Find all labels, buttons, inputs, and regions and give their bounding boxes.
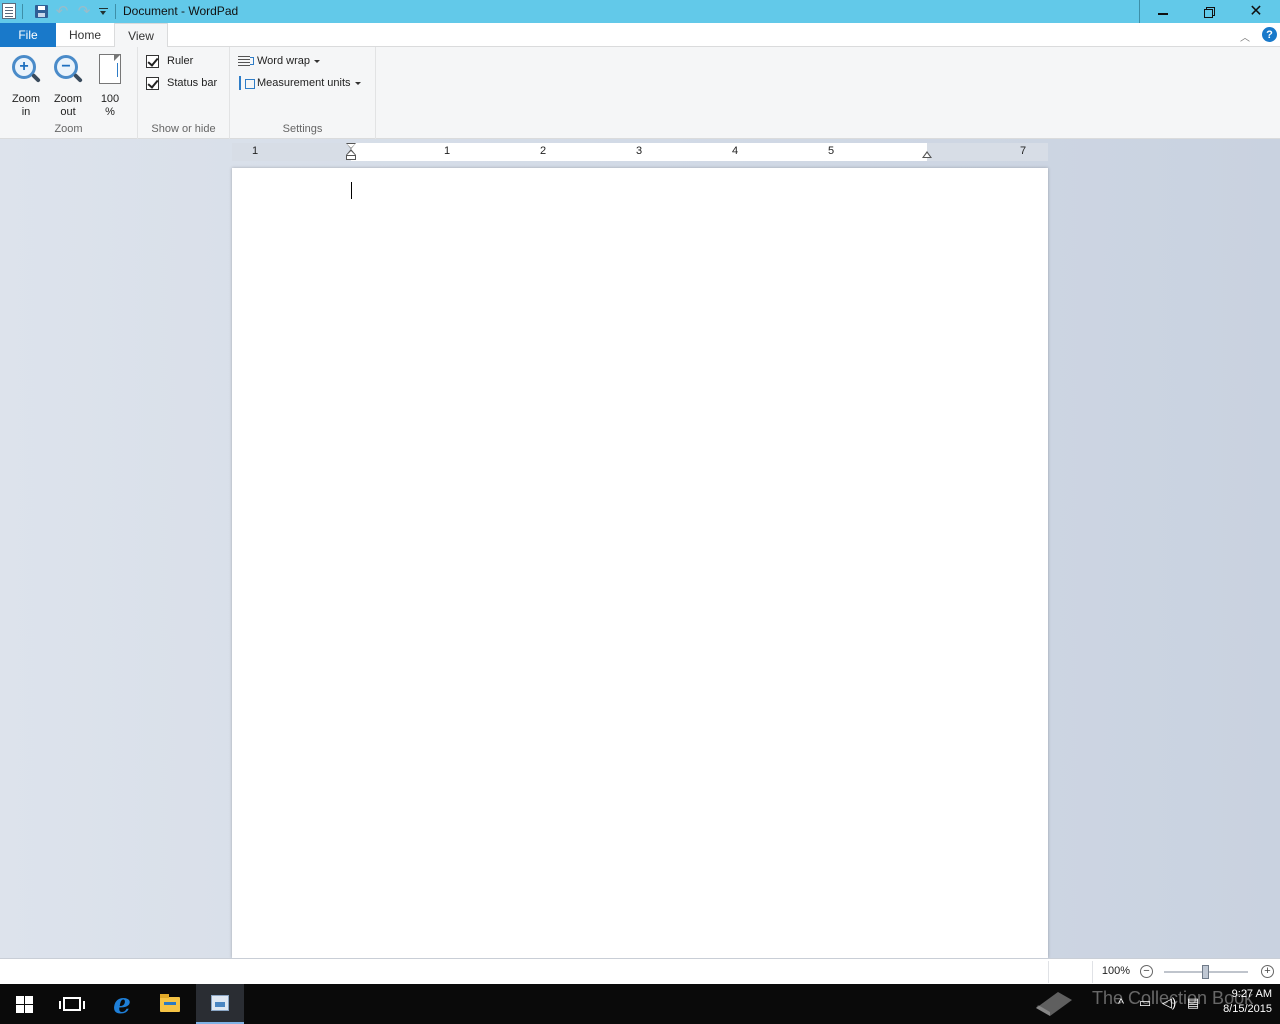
status-bar-checkbox-label: Status bar: [167, 77, 218, 89]
folder-icon: [160, 993, 180, 1012]
magnifier-handle: [31, 73, 41, 83]
status-bar-checkbox[interactable]: [146, 76, 159, 90]
ribbon-tab-bar: File Home View ︿ ?: [0, 23, 1280, 48]
ruler-right-margin: [927, 143, 1048, 161]
zoom-group-label: Zoom: [54, 123, 83, 135]
show-hide-group-label: Show or hide: [151, 123, 216, 135]
ruler-checkbox[interactable]: [146, 54, 159, 68]
ruler-checkbox-row[interactable]: Ruler: [146, 53, 193, 69]
edge-taskbar-button[interactable]: e: [98, 984, 146, 1024]
restore-button[interactable]: [1186, 0, 1232, 23]
collapse-ribbon-button[interactable]: ︿: [1240, 29, 1252, 44]
ruler-number: 4: [731, 145, 739, 157]
close-button[interactable]: ✕: [1232, 0, 1280, 23]
redo-icon: ↷: [77, 3, 91, 20]
taskbar: e The Collection Book ^ ▭ ◁) ▤ 9:27 AM 8…: [0, 984, 1280, 1024]
settings-group-label: Settings: [282, 123, 323, 135]
status-separator: [1048, 961, 1049, 983]
zoom-out-button[interactable]: − Zoom out: [48, 51, 88, 119]
magnifier-handle: [73, 73, 83, 83]
redo-button[interactable]: ↷: [75, 3, 93, 20]
measurement-units-label: Measurement units: [257, 77, 351, 89]
status-separator: [1092, 961, 1093, 983]
restore-icon: [1204, 6, 1215, 18]
zoom-group: + Zoom in − Zoom out 100% Zoom: [0, 47, 138, 139]
ruler-number: 2: [539, 145, 547, 157]
ribbon-panel: + Zoom in − Zoom out 100% Zoom Ruler Statu…: [0, 47, 1280, 139]
undo-icon: ↶: [55, 3, 69, 20]
ruler-number: 1: [251, 145, 259, 157]
customize-qat-button[interactable]: [94, 3, 112, 20]
clock-date: 8/15/2015: [1223, 1003, 1272, 1015]
task-view-icon: [59, 997, 85, 1011]
watermark-book-logo: [1036, 992, 1072, 1016]
status-bar-checkbox-row[interactable]: Status bar: [146, 75, 217, 91]
show-hide-group: Ruler Status bar Show or hide: [138, 47, 230, 139]
zoom-in-label-2: in: [21, 106, 31, 118]
qat-separator: [115, 4, 116, 19]
word-wrap-dropdown[interactable]: Word wrap: [238, 53, 320, 69]
tab-view[interactable]: View: [114, 23, 168, 48]
tab-home[interactable]: Home: [56, 23, 114, 47]
save-icon: [34, 5, 48, 18]
zoom-percent: 100%: [1101, 965, 1131, 977]
ruler[interactable]: 1 1 2 3 4 5 7: [232, 143, 1048, 161]
clock-time: 9:27 AM: [1231, 988, 1272, 1000]
minimize-button[interactable]: [1140, 0, 1186, 23]
zoom-slider-thumb[interactable]: [1202, 965, 1209, 979]
word-wrap-label: Word wrap: [257, 55, 310, 67]
right-indent-marker[interactable]: [922, 151, 932, 158]
undo-button[interactable]: ↶: [53, 3, 71, 20]
start-button[interactable]: [0, 984, 48, 1024]
zoom-100-label-1: 100: [100, 93, 120, 105]
word-wrap-icon: [238, 54, 254, 68]
window-title: Document - WordPad: [123, 4, 239, 18]
document-page[interactable]: [232, 168, 1048, 958]
wordpad-icon: [211, 995, 229, 1011]
measurement-units-icon: [238, 76, 255, 90]
network-icon[interactable]: ▭: [1136, 994, 1154, 1012]
ruler-checkbox-label: Ruler: [167, 55, 194, 67]
settings-group: Word wrap Measurement units Settings: [230, 47, 376, 139]
zoom-in-button[interactable]: + Zoom in: [6, 51, 46, 119]
chevron-down-icon: [313, 59, 320, 63]
zoom-100-label-2: %: [105, 106, 115, 118]
ruler-number: 1: [443, 145, 451, 157]
title-bar: ↶ ↷ Document - WordPad ✕: [0, 0, 1280, 23]
close-icon: ✕: [1249, 2, 1263, 20]
tab-file[interactable]: File: [0, 23, 56, 47]
file-explorer-taskbar-button[interactable]: [146, 984, 194, 1024]
zoom-out-label-2: out: [60, 106, 76, 118]
chevron-down-icon: [354, 81, 361, 85]
ruler-number: 7: [1019, 145, 1027, 157]
system-clock[interactable]: 9:27 AM 8/15/2015: [1208, 987, 1272, 1017]
customize-dropdown-icon: [98, 7, 108, 16]
wordpad-app-icon[interactable]: [2, 3, 16, 19]
text-caret: [351, 182, 352, 199]
qat-separator: [22, 4, 23, 19]
ruler-number: 5: [827, 145, 835, 157]
wordpad-taskbar-button[interactable]: [196, 984, 244, 1024]
edge-icon: e: [113, 987, 131, 1020]
task-view-button[interactable]: [48, 984, 96, 1024]
zoom-in-label-1: Zoom: [11, 93, 41, 105]
page-100-icon: [99, 54, 121, 84]
status-bar: 100% − +: [0, 958, 1280, 984]
measurement-units-dropdown[interactable]: Measurement units: [238, 75, 361, 91]
zoom-out-label-1: Zoom: [53, 93, 83, 105]
zoom-in-status-button[interactable]: +: [1261, 965, 1274, 978]
ruler-number: 3: [635, 145, 643, 157]
help-button[interactable]: ?: [1262, 27, 1277, 42]
volume-icon[interactable]: ◁): [1160, 994, 1178, 1012]
zoom-100-button[interactable]: 100%: [90, 51, 130, 119]
zoom-out-status-button[interactable]: −: [1140, 965, 1153, 978]
action-center-icon[interactable]: ▤: [1184, 994, 1202, 1012]
minimize-icon: [1158, 12, 1168, 15]
chevron-up-icon: ︿: [1240, 33, 1250, 44]
save-button[interactable]: [32, 3, 50, 20]
tray-chevron-up-icon[interactable]: ^: [1112, 994, 1130, 1012]
windows-logo-icon: [15, 995, 33, 1013]
left-indent-marker[interactable]: [346, 143, 356, 161]
